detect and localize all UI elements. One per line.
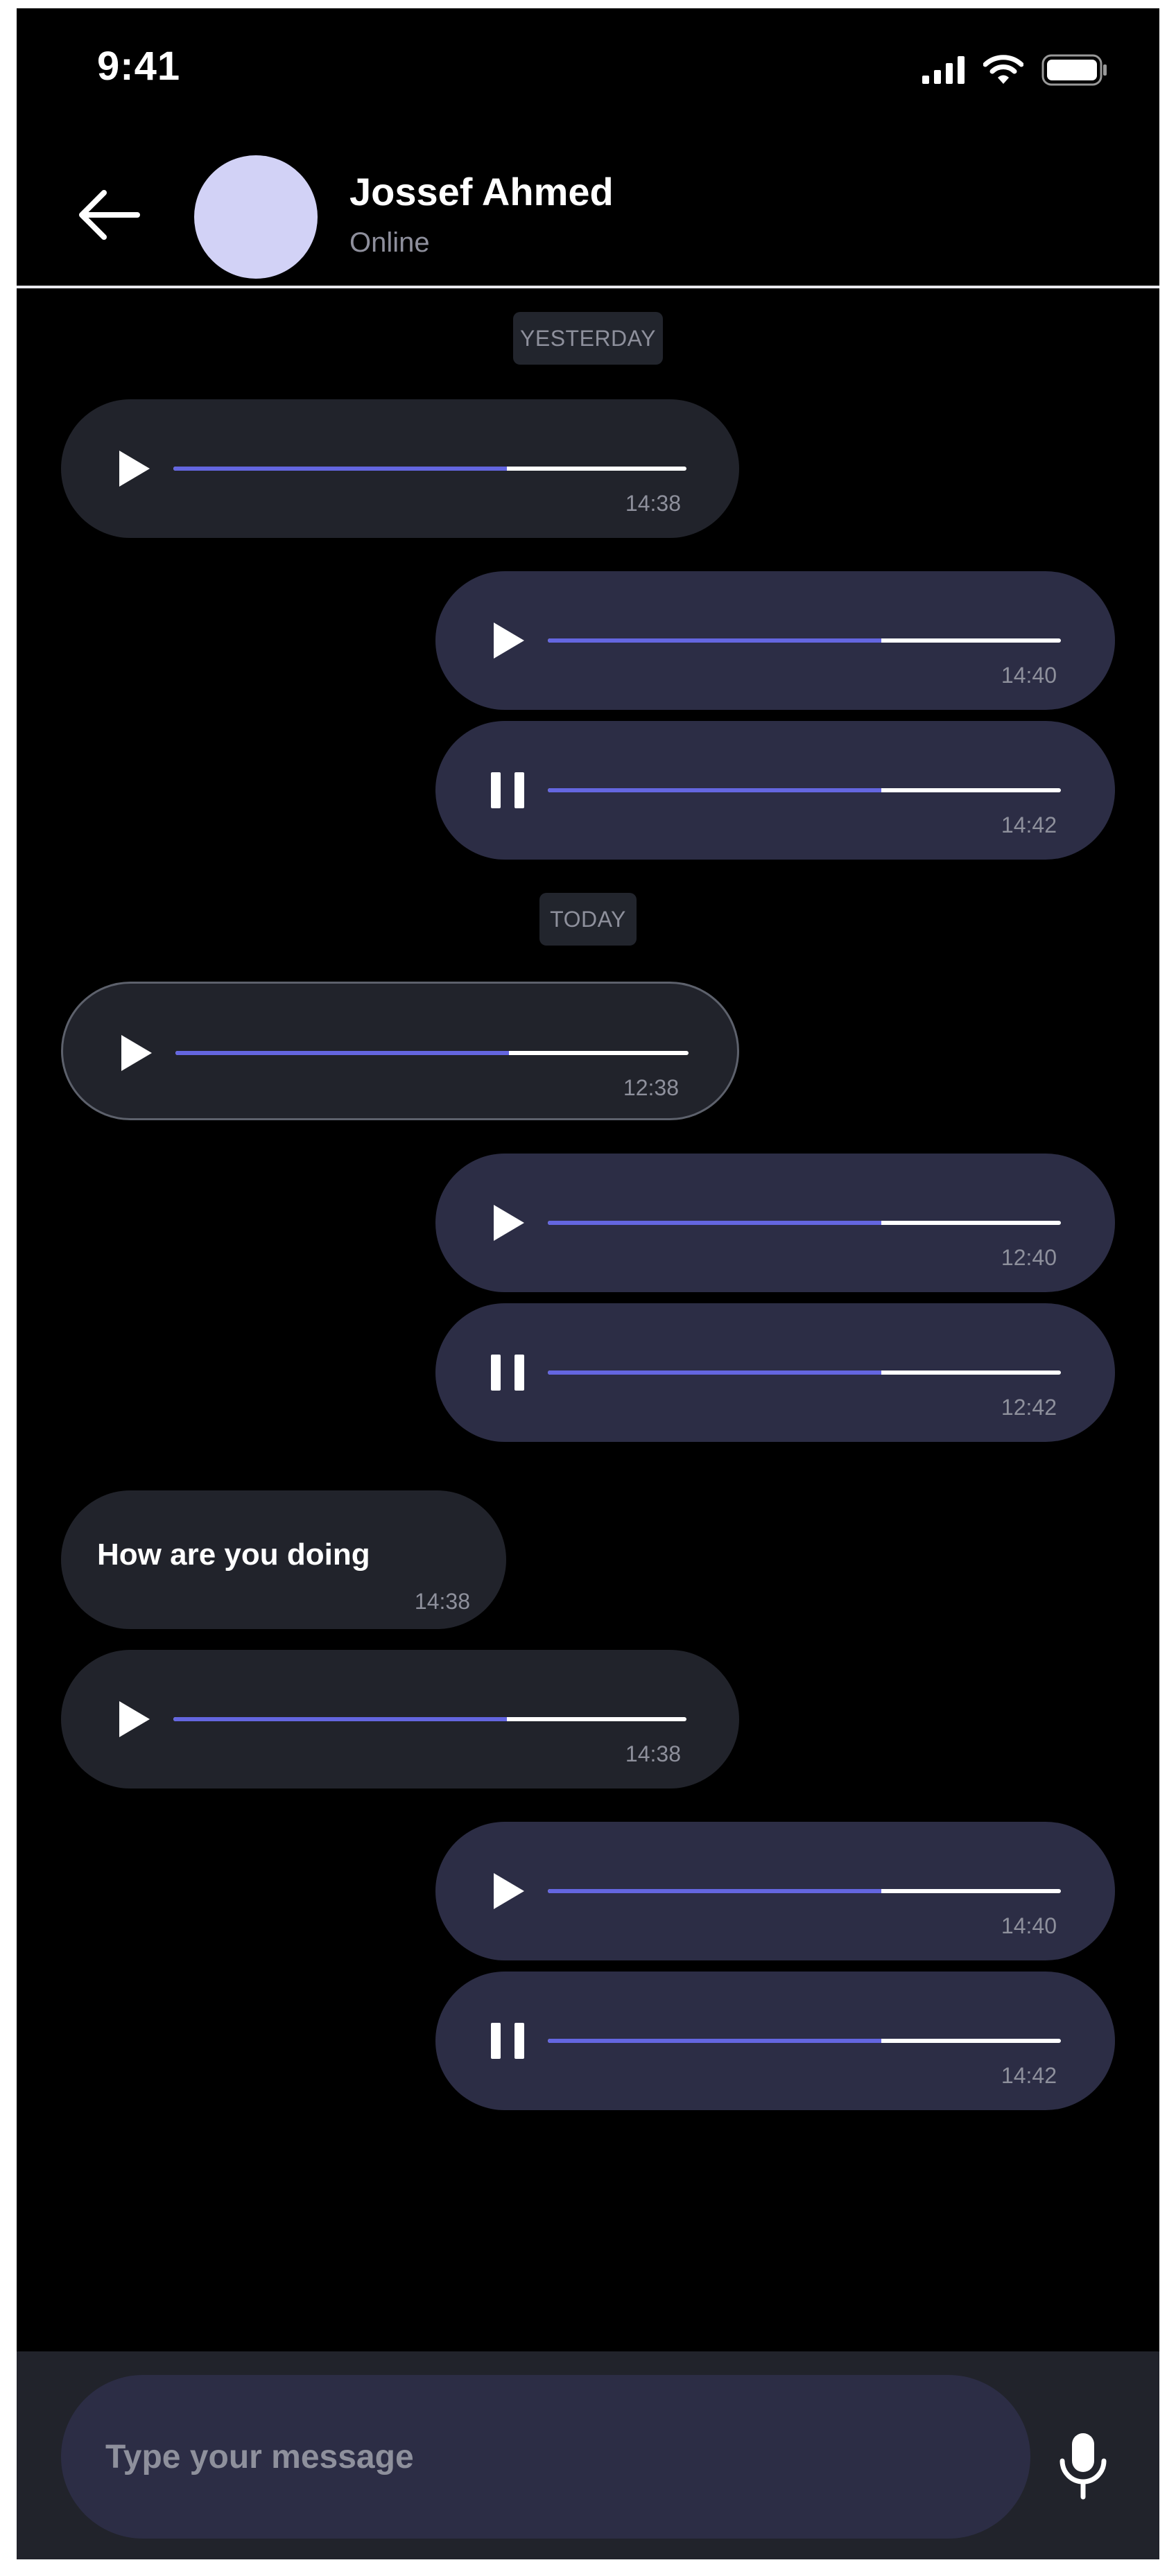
audio-progress-track[interactable] — [548, 638, 1061, 643]
audio-progress-fill — [175, 1051, 509, 1055]
message-time: 14:42 — [1001, 2063, 1057, 2088]
audio-progress-fill — [548, 1221, 881, 1225]
arrow-left-icon[interactable] — [76, 189, 140, 241]
audio-progress-fill — [173, 467, 507, 471]
voice-message-outgoing[interactable]: 14:42 — [435, 1972, 1115, 2110]
play-icon[interactable] — [485, 1201, 530, 1245]
pause-icon[interactable] — [485, 768, 530, 812]
day-label-today: TODAY — [539, 893, 637, 946]
cellular-signal-icon — [922, 56, 965, 84]
audio-progress-track[interactable] — [548, 788, 1061, 792]
contact-name: Jossef Ahmed — [349, 170, 614, 214]
status-time: 9:41 — [97, 44, 181, 89]
play-icon[interactable] — [113, 1031, 157, 1075]
voice-message-outgoing[interactable]: 12:40 — [435, 1154, 1115, 1292]
voice-message-incoming[interactable]: 12:38 — [61, 982, 739, 1120]
voice-message-incoming[interactable]: 14:38 — [61, 399, 739, 538]
audio-progress-fill — [548, 2039, 881, 2043]
message-time: 12:38 — [623, 1075, 679, 1100]
message-time: 14:38 — [414, 1589, 470, 1614]
voice-message-outgoing[interactable]: 14:42 — [435, 721, 1115, 860]
message-time: 14:40 — [1001, 663, 1057, 688]
audio-progress-track[interactable] — [175, 1051, 689, 1055]
message-time: 12:40 — [1001, 1245, 1057, 1270]
message-time: 14:38 — [625, 491, 681, 516]
message-time: 14:40 — [1001, 1913, 1057, 1938]
audio-progress-track[interactable] — [548, 1889, 1061, 1893]
pause-icon[interactable] — [485, 2019, 530, 2063]
voice-message-outgoing[interactable]: 12:42 — [435, 1303, 1115, 1442]
phone-screen: 9:41 Jossef Ahmed Online YESTERDAY 14:38 — [17, 8, 1159, 2559]
play-icon[interactable] — [485, 1869, 530, 1913]
chat-header: Jossef Ahmed Online — [17, 126, 1159, 288]
audio-progress-track[interactable] — [548, 2039, 1061, 2043]
audio-progress-track[interactable] — [548, 1370, 1061, 1375]
avatar[interactable] — [194, 155, 318, 279]
audio-progress-track[interactable] — [173, 467, 686, 471]
message-input[interactable] — [61, 2375, 1030, 2539]
header-divider — [17, 286, 1159, 288]
message-time: 14:38 — [625, 1741, 681, 1766]
audio-progress-fill — [548, 788, 881, 792]
audio-progress-fill — [548, 1370, 881, 1375]
message-text: How are you doing — [97, 1538, 370, 1572]
play-icon[interactable] — [111, 1697, 155, 1741]
contact-status: Online — [349, 227, 430, 258]
pause-icon[interactable] — [485, 1350, 530, 1395]
message-time: 12:42 — [1001, 1395, 1057, 1420]
message-time: 14:42 — [1001, 812, 1057, 837]
message-composer — [17, 2351, 1159, 2559]
text-message-incoming[interactable]: How are you doing 14:38 — [61, 1490, 506, 1629]
battery-icon — [1041, 54, 1107, 86]
audio-progress-fill — [548, 638, 881, 643]
audio-progress-track[interactable] — [173, 1717, 686, 1721]
audio-progress-fill — [548, 1889, 881, 1893]
voice-message-incoming[interactable]: 14:38 — [61, 1650, 739, 1789]
status-icons — [922, 51, 1108, 89]
audio-progress-track[interactable] — [548, 1221, 1061, 1225]
wifi-icon — [983, 55, 1023, 84]
voice-message-outgoing[interactable]: 14:40 — [435, 571, 1115, 710]
audio-progress-fill — [173, 1717, 507, 1721]
microphone-icon[interactable] — [1057, 2430, 1109, 2500]
play-icon[interactable] — [485, 618, 530, 663]
voice-message-outgoing[interactable]: 14:40 — [435, 1822, 1115, 1960]
play-icon[interactable] — [111, 446, 155, 491]
day-label-yesterday: YESTERDAY — [513, 312, 663, 365]
